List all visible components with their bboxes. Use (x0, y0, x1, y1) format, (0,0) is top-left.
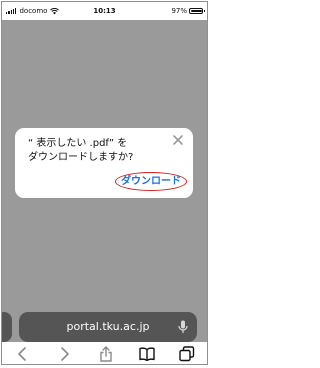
forward-arrow-icon[interactable] (57, 346, 73, 362)
tabs-icon[interactable] (179, 346, 195, 362)
battery-percent: 97% (171, 7, 187, 15)
bottom-toolbar (2, 342, 207, 364)
address-bar[interactable]: portal.tku.ac.jp (19, 312, 197, 342)
download-dialog: “ 表示したい .pdf” を ダウンロードしますか? ダウンロード (15, 128, 193, 198)
microphone-icon[interactable] (178, 320, 188, 334)
status-bar: docomo 10:13 97% (2, 2, 207, 20)
close-icon[interactable] (172, 134, 184, 146)
share-icon[interactable] (98, 346, 114, 362)
battery-icon (189, 8, 205, 14)
phone-screen: docomo 10:13 97% “ 表示したい .pdf” を ダウンロードし… (1, 1, 208, 365)
back-arrow-icon[interactable] (14, 346, 30, 362)
previous-tab-pill[interactable] (2, 312, 12, 342)
bookmarks-icon[interactable] (139, 346, 155, 362)
dialog-message: “ 表示したい .pdf” を ダウンロードしますか? (28, 138, 134, 163)
url-text: portal.tku.ac.jp (66, 320, 150, 333)
download-button[interactable]: ダウンロード (115, 172, 187, 191)
status-right: 97% (171, 7, 205, 15)
address-bar-area: portal.tku.ac.jp (2, 307, 207, 342)
